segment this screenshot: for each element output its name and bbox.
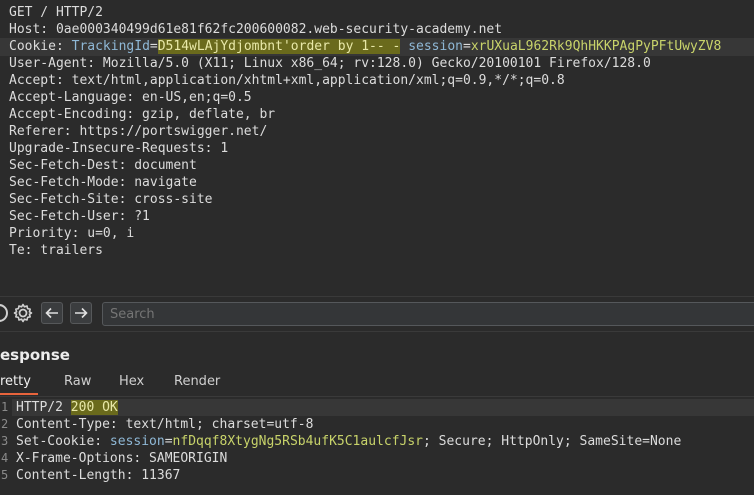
line-number: 1 <box>1 400 9 414</box>
referer-header: Referer: https://portswigger.net/ <box>9 124 268 139</box>
cookie-key-trackingid: TrackingId <box>71 39 150 54</box>
request-editor[interactable]: GET / HTTP/2 Host: 0ae000340499d61e81f62… <box>0 0 754 290</box>
arrow-left-icon-svg <box>45 307 58 319</box>
response-tabs: retty Raw Hex Render <box>0 372 754 397</box>
accept-header: Accept: text/html,application/xhtml+xml,… <box>9 73 565 88</box>
content-length-header: Content-Length: 11367 <box>16 468 181 483</box>
line-number-gutter: 1 2 3 4 5 <box>0 398 11 495</box>
line-number: 4 <box>1 451 9 465</box>
status-protocol: HTTP/2 <box>16 400 63 415</box>
arrow-right-icon-svg <box>75 307 88 319</box>
tab-render[interactable]: Render <box>174 374 220 395</box>
accept-encoding-header: Accept-Encoding: gzip, deflate, br <box>9 107 276 122</box>
set-cookie-header: Set-Cookie: session=nfDqqf8XtygNg5RSb4uf… <box>16 433 681 450</box>
help-icon[interactable] <box>0 304 8 322</box>
sec-fetch-mode-header: Sec-Fetch-Mode: navigate <box>9 175 197 190</box>
line-number: 3 <box>1 434 9 448</box>
sec-fetch-user-header: Sec-Fetch-User: ?1 <box>9 209 150 224</box>
cookie-equals-2: = <box>463 39 471 54</box>
gear-icon-svg <box>13 303 33 323</box>
cookie-value-session: xrUXuaL962Rk9QhHKKPAgPyPFtUwyZV8 <box>470 39 722 54</box>
response-title: esponse <box>0 346 70 364</box>
gear-icon[interactable] <box>12 302 34 324</box>
content-type-header: Content-Type: text/html; charset=utf-8 <box>16 417 314 432</box>
cookie-value-trackingid: D514wLAjYdjombnt <box>157 39 283 54</box>
sec-fetch-dest-header: Sec-Fetch-Dest: document <box>9 158 197 173</box>
priority-header: Priority: u=0, i <box>9 226 135 241</box>
host-header: Host: 0ae000340499d61e81f62fc200600082.w… <box>9 22 503 37</box>
user-agent-header: User-Agent: Mozilla/5.0 (X11; Linux x86_… <box>9 56 651 71</box>
cookie-header: Cookie: TrackingId=D514wLAjYdjombnt'orde… <box>9 38 721 55</box>
request-line: GET / HTTP/2 <box>9 5 103 20</box>
line-number: 2 <box>1 417 9 431</box>
line-number: 5 <box>1 468 9 482</box>
status-line: HTTP/2 200 OK <box>16 399 118 416</box>
te-header: Te: trailers <box>9 243 103 258</box>
arrow-right-icon[interactable] <box>70 302 92 324</box>
set-cookie-key: session <box>109 434 165 449</box>
x-frame-options-header: X-Frame-Options: SAMEORIGIN <box>16 451 228 466</box>
tab-raw[interactable]: Raw <box>64 374 91 395</box>
set-cookie-attributes: ; Secure; HttpOnly; SameSite=None <box>423 434 682 449</box>
arrow-left-icon[interactable] <box>41 302 63 324</box>
search-toolbar <box>0 296 754 332</box>
tab-hex[interactable]: Hex <box>119 374 144 395</box>
current-line-highlight <box>12 399 754 416</box>
status-code: 200 OK <box>70 400 118 415</box>
sql-injection-payload: 'order by 1-- - <box>282 39 401 54</box>
response-editor[interactable]: 1 2 3 4 5 HTTP/2 200 OK Content-Type: te… <box>0 398 754 495</box>
set-cookie-equals: = <box>164 434 173 449</box>
cookie-label: Cookie: <box>9 39 72 54</box>
set-cookie-value: nfDqqf8XtygNg5RSb4ufK5C1aulcfJsr <box>172 434 423 449</box>
cookie-equals: = <box>149 39 158 54</box>
set-cookie-label: Set-Cookie: <box>16 434 110 449</box>
sec-fetch-site-header: Sec-Fetch-Site: cross-site <box>9 192 213 207</box>
cookie-key-session: session <box>408 39 463 54</box>
upgrade-insecure-header: Upgrade-Insecure-Requests: 1 <box>9 141 229 156</box>
tab-pretty[interactable]: retty <box>0 374 38 395</box>
accept-language-header: Accept-Language: en-US,en;q=0.5 <box>9 90 252 105</box>
search-input[interactable] <box>102 302 754 326</box>
